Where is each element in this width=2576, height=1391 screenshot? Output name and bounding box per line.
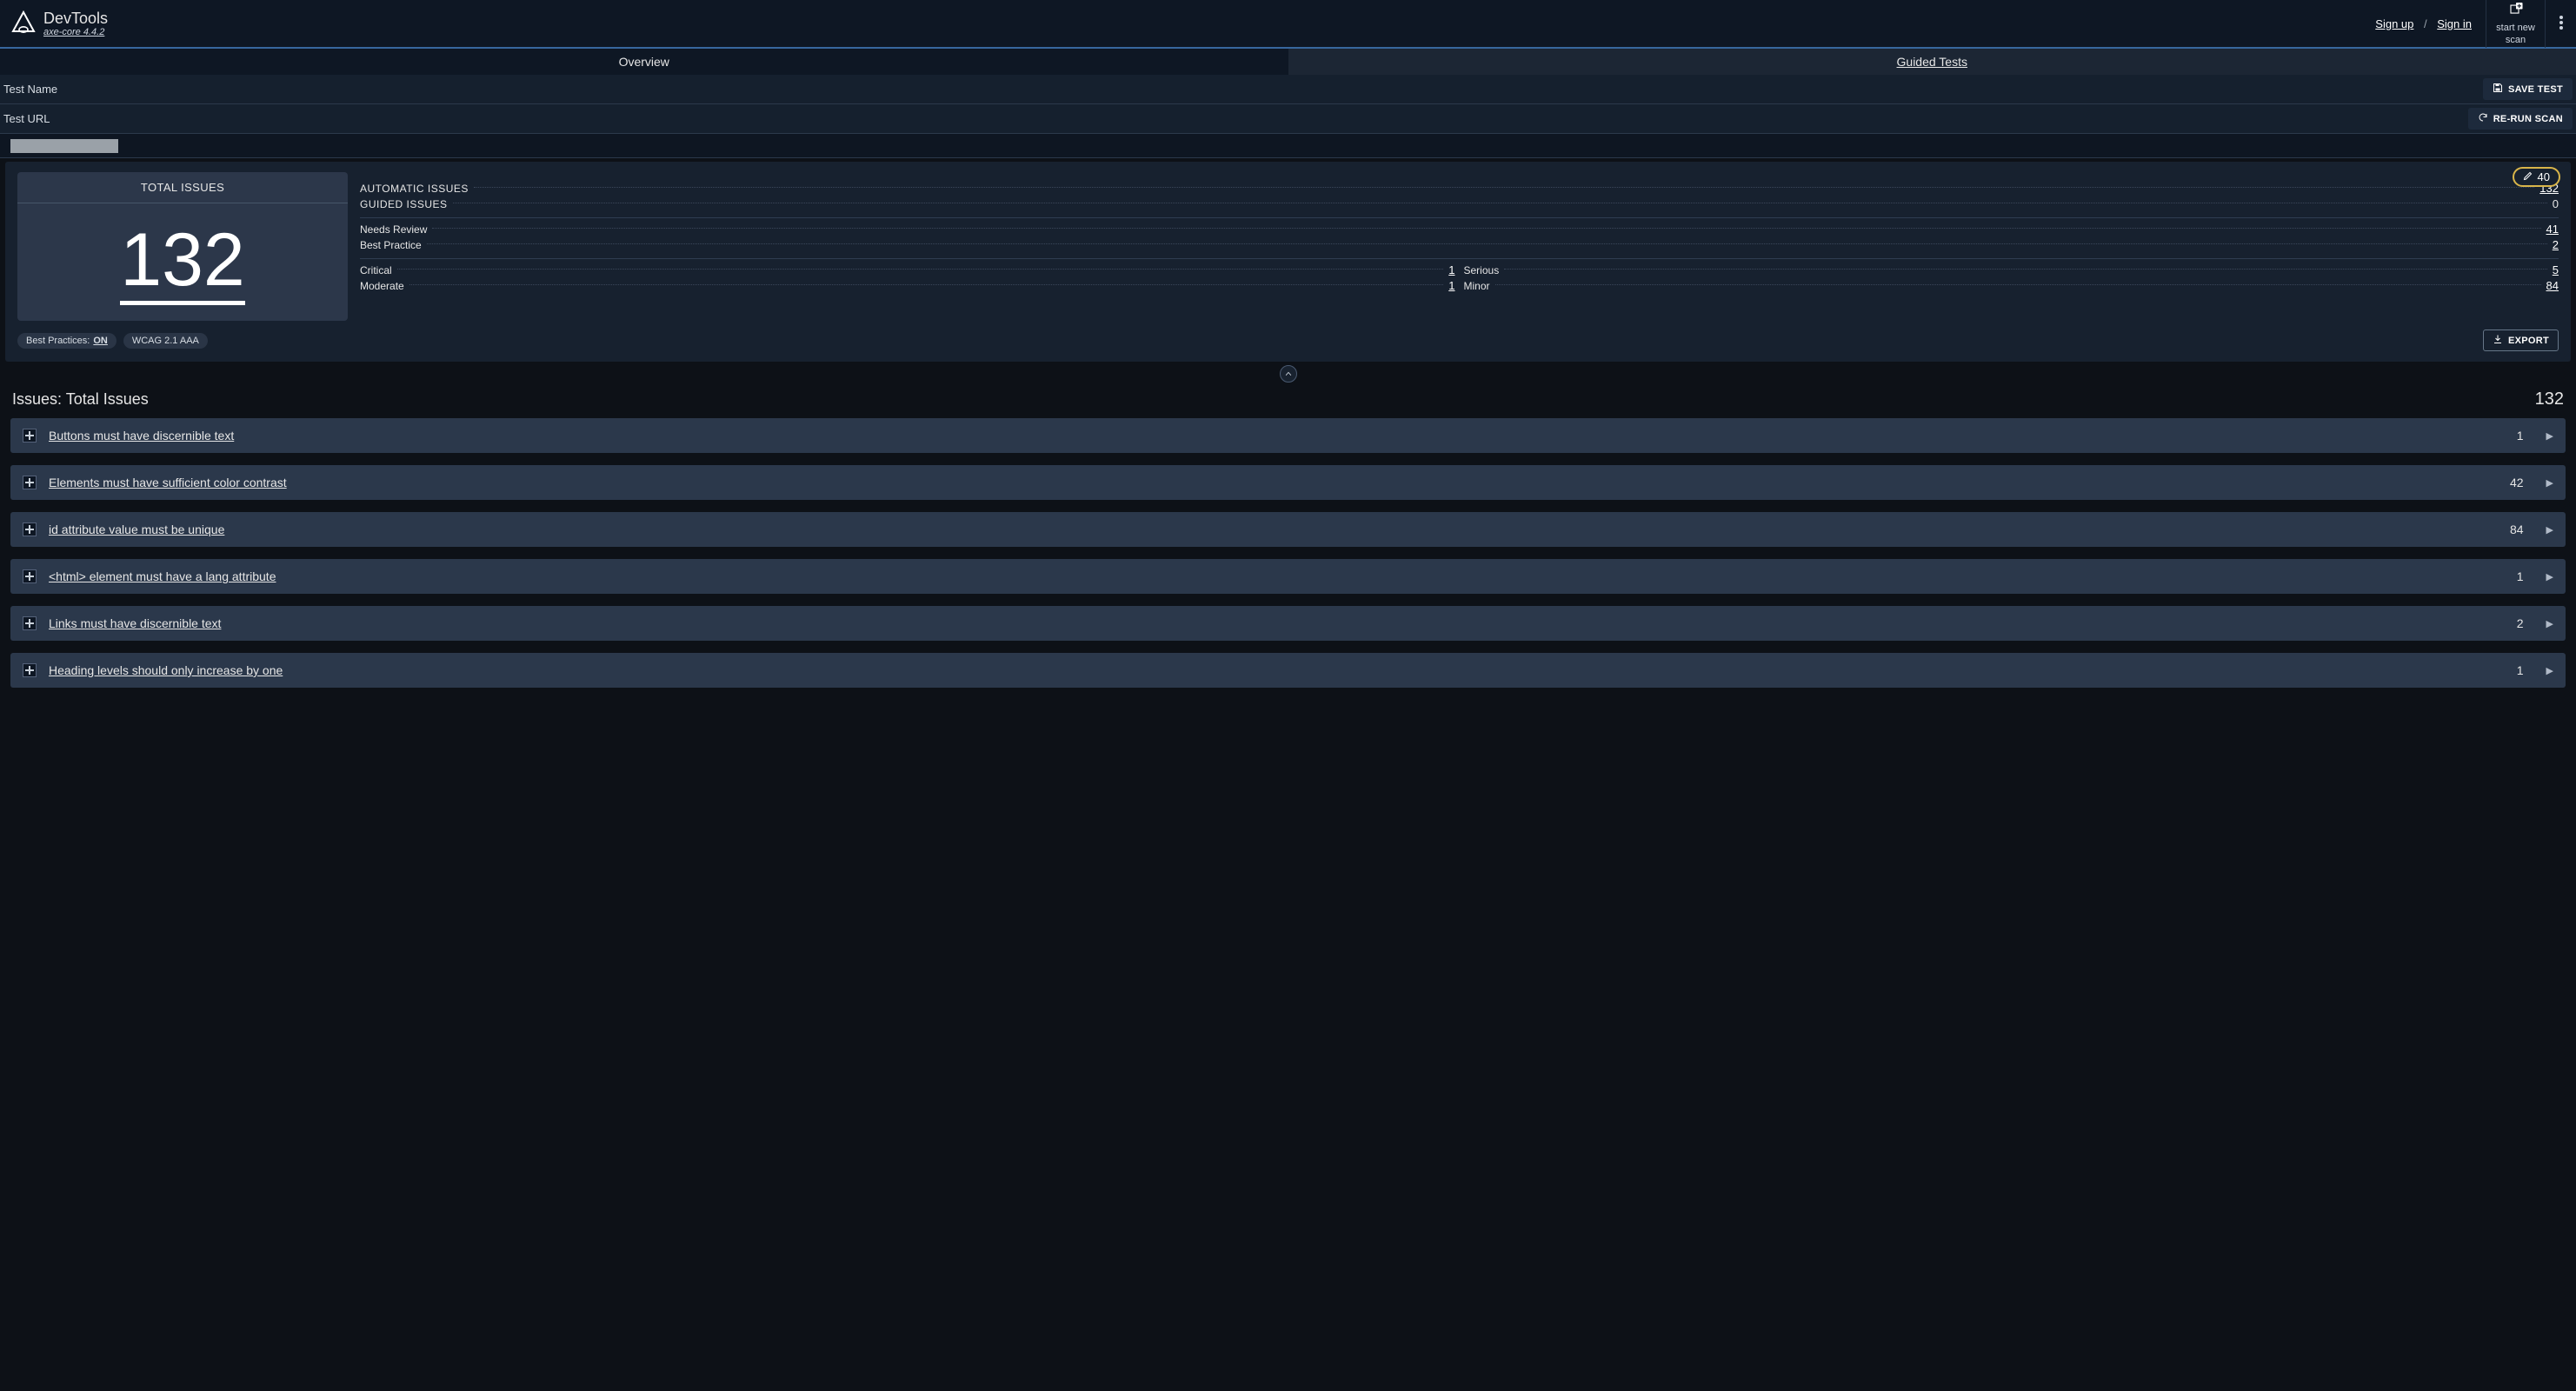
issue-title[interactable]: Buttons must have discernible text [49,429,234,443]
highlighter-icon [2523,170,2533,183]
needs-review-value[interactable]: 41 [2546,223,2559,236]
top-bar: DevTools axe-core 4.4.2 Sign up / Sign i… [0,0,2576,49]
stats-column: AUTOMATIC ISSUES 132 GUIDED ISSUES 0 Nee… [360,172,2559,321]
row-test-url-value [0,134,2576,158]
issue-count: 1 [2517,429,2524,443]
target-icon [23,616,37,630]
serious-label: Serious [1464,263,1500,278]
issue-count: 2 [2517,616,2524,630]
tab-overview[interactable]: Overview [0,49,1288,75]
export-button[interactable]: EXPORT [2483,329,2559,351]
start-new-scan-button[interactable]: start new scan [2486,0,2545,48]
auth-links: Sign up / Sign in [2375,17,2486,30]
axe-logo-icon [10,10,37,38]
best-practice-label: Best Practice [360,237,422,253]
test-url-label: Test URL [3,112,50,125]
chevron-right-icon: ▶ [2546,430,2553,442]
issues-heading-title: Issues: Total Issues [12,390,149,409]
more-menu-button[interactable] [2545,0,2576,48]
issue-count: 1 [2517,663,2524,677]
best-practice-value[interactable]: 2 [2553,238,2559,251]
issue-row[interactable]: Heading levels should only increase by o… [10,653,2566,688]
sign-in-link[interactable]: Sign in [2437,17,2472,30]
total-issues-value[interactable]: 132 [120,223,245,305]
chevron-right-icon: ▶ [2546,524,2553,536]
collapse-toggle[interactable] [1280,365,1297,383]
target-icon [23,429,37,443]
collapse-handle [0,365,2576,383]
refresh-icon [2478,112,2488,125]
issue-row[interactable]: Elements must have sufficient color cont… [10,465,2566,500]
target-icon [23,522,37,536]
moderate-label: Moderate [360,278,404,294]
issue-title[interactable]: Elements must have sufficient color cont… [49,476,287,489]
issue-title[interactable]: id attribute value must be unique [49,522,224,536]
issue-count: 84 [2510,522,2524,536]
chevron-right-icon: ▶ [2546,618,2553,629]
app-subtitle[interactable]: axe-core 4.4.2 [43,27,108,37]
issue-title[interactable]: <html> element must have a lang attribut… [49,569,276,583]
critical-label: Critical [360,263,392,278]
issue-list: Buttons must have discernible text 1 ▶ Elem… [0,418,2576,698]
target-icon [23,663,37,677]
minor-value[interactable]: 84 [2546,279,2559,292]
kebab-icon [2559,16,2563,32]
needs-review-label: Needs Review [360,222,427,237]
highlight-count-pill[interactable]: 40 [2513,167,2560,187]
main-tabs: Overview Guided Tests [0,49,2576,75]
minor-label: Minor [1464,278,1490,294]
total-issues-card: TOTAL ISSUES 132 [17,172,348,321]
settings-pill-row: Best Practices: ON WCAG 2.1 AAA EXPORT [17,321,2559,362]
wcag-pill[interactable]: WCAG 2.1 AAA [123,333,208,349]
chevron-right-icon: ▶ [2546,477,2553,489]
row-test-name: Test Name SAVE TEST [0,75,2576,104]
issue-row[interactable]: Buttons must have discernible text 1 ▶ [10,418,2566,453]
rerun-scan-button[interactable]: RE-RUN SCAN [2468,108,2573,130]
issue-title[interactable]: Heading levels should only increase by o… [49,663,283,677]
issue-row[interactable]: Links must have discernible text 2 ▶ [10,606,2566,641]
download-icon [2493,334,2503,347]
issue-row[interactable]: id attribute value must be unique 84 ▶ [10,512,2566,547]
test-name-label: Test Name [3,83,57,96]
issue-count: 1 [2517,569,2524,583]
guided-issues-value: 0 [2553,196,2559,212]
issues-heading: Issues: Total Issues 132 [0,384,2576,418]
overview-panel: 40 TOTAL ISSUES 132 AUTOMATIC ISSUES 132… [5,162,2571,362]
row-test-url: Test URL RE-RUN SCAN [0,104,2576,134]
save-test-button[interactable]: SAVE TEST [2483,78,2573,100]
moderate-value[interactable]: 1 [1448,279,1454,292]
target-icon [23,569,37,583]
best-practices-pill[interactable]: Best Practices: ON [17,333,116,349]
chevron-up-icon [1284,367,1293,381]
chevron-right-icon: ▶ [2546,571,2553,582]
total-issues-label: TOTAL ISSUES [17,172,348,203]
guided-issues-label: GUIDED ISSUES [360,196,448,212]
chevron-right-icon: ▶ [2546,665,2553,676]
target-icon [23,476,37,489]
logo-block: DevTools axe-core 4.4.2 [0,10,118,38]
tab-guided-tests[interactable]: Guided Tests [1288,49,2576,75]
issue-count: 42 [2510,476,2524,489]
issues-heading-count: 132 [2535,389,2564,409]
new-scan-icon [2508,3,2524,21]
critical-value[interactable]: 1 [1448,263,1454,276]
issue-title[interactable]: Links must have discernible text [49,616,221,630]
issue-row[interactable]: <html> element must have a lang attribut… [10,559,2566,594]
automatic-issues-label: AUTOMATIC ISSUES [360,181,469,196]
sign-up-link[interactable]: Sign up [2375,17,2413,30]
save-icon [2493,83,2503,96]
app-title: DevTools [43,10,108,28]
start-new-scan-l1: start new [2496,23,2535,33]
test-url-value-redacted [10,139,118,153]
start-new-scan-l2: scan [2506,35,2526,45]
serious-value[interactable]: 5 [2553,263,2559,276]
